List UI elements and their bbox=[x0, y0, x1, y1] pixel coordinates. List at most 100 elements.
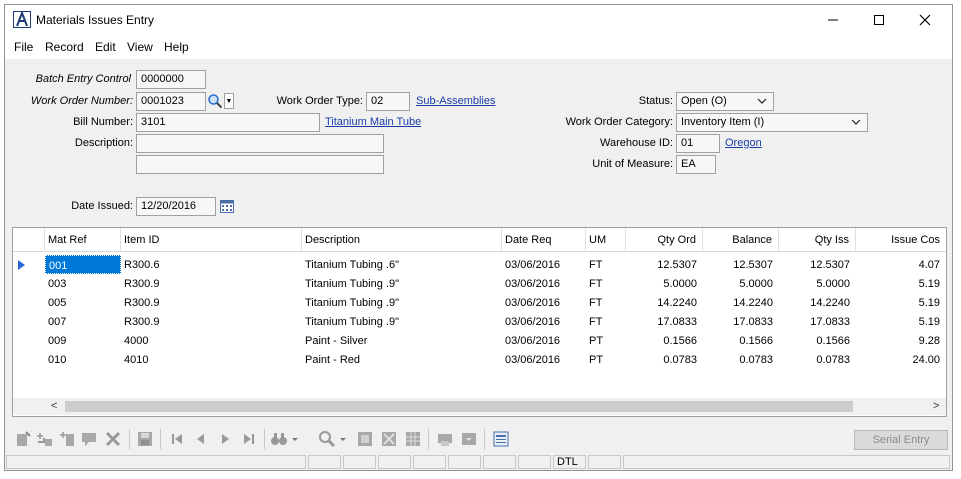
description-field-1[interactable] bbox=[136, 134, 384, 153]
cell-item-id[interactable]: 4000 bbox=[121, 331, 302, 350]
bill-number-field[interactable]: 3101 bbox=[136, 113, 320, 132]
warehouse-id-field[interactable]: 01 bbox=[676, 134, 720, 153]
menu-file[interactable]: File bbox=[14, 40, 33, 54]
cell-um[interactable]: FT bbox=[586, 255, 626, 274]
minimize-button[interactable] bbox=[810, 5, 856, 35]
cell-mat-ref[interactable]: 001 bbox=[45, 255, 121, 274]
warehouse-link[interactable]: Oregon bbox=[725, 137, 762, 149]
table-row[interactable]: 005 R300.9 Titanium Tubing .9" 03/06/201… bbox=[13, 293, 946, 312]
cell-date-req[interactable]: 03/06/2016 bbox=[502, 274, 586, 293]
cell-date-req[interactable]: 03/06/2016 bbox=[502, 331, 586, 350]
cell-mat-ref[interactable]: 003 bbox=[45, 274, 121, 293]
cell-date-req[interactable]: 03/06/2016 bbox=[502, 312, 586, 331]
scroll-right-button[interactable]: > bbox=[933, 400, 939, 412]
cell-balance[interactable]: 12.5307 bbox=[703, 255, 779, 274]
grid-icon[interactable] bbox=[404, 430, 422, 448]
add-line-icon[interactable] bbox=[36, 430, 54, 448]
cell-um[interactable]: FT bbox=[586, 312, 626, 331]
first-record-icon[interactable] bbox=[168, 430, 186, 448]
column-description[interactable]: Description bbox=[302, 228, 502, 252]
calendar-icon[interactable] bbox=[219, 198, 235, 214]
cell-issue-cost[interactable]: 4.07 bbox=[856, 255, 946, 274]
cell-balance[interactable]: 0.1566 bbox=[703, 331, 779, 350]
cell-qty-iss[interactable]: 5.0000 bbox=[779, 274, 856, 293]
lookup-search-icon[interactable] bbox=[207, 93, 223, 109]
cell-qty-ord[interactable]: 12.5307 bbox=[626, 255, 703, 274]
column-date-req[interactable]: Date Req bbox=[502, 228, 586, 252]
cell-qty-iss[interactable]: 12.5307 bbox=[779, 255, 856, 274]
cell-item-id[interactable]: R300.9 bbox=[121, 293, 302, 312]
column-um[interactable]: UM bbox=[586, 228, 626, 252]
bill-number-link[interactable]: Titanium Main Tube bbox=[325, 116, 421, 128]
table-row[interactable]: 003 R300.9 Titanium Tubing .9" 03/06/201… bbox=[13, 274, 946, 293]
last-record-icon[interactable] bbox=[240, 430, 258, 448]
menu-view[interactable]: View bbox=[127, 40, 153, 54]
cell-date-req[interactable]: 03/06/2016 bbox=[502, 293, 586, 312]
save-icon[interactable] bbox=[136, 430, 154, 448]
print-dropdown-icon[interactable] bbox=[460, 430, 478, 448]
cell-item-id[interactable]: 4010 bbox=[121, 350, 302, 369]
menu-record[interactable]: Record bbox=[45, 40, 84, 54]
cell-description[interactable]: Titanium Tubing .9" bbox=[302, 274, 502, 293]
cell-balance[interactable]: 14.2240 bbox=[703, 293, 779, 312]
new-record-icon[interactable] bbox=[14, 430, 32, 448]
cell-issue-cost[interactable]: 5.19 bbox=[856, 274, 946, 293]
cell-issue-cost[interactable]: 9.28 bbox=[856, 331, 946, 350]
zoom-icon[interactable] bbox=[318, 430, 336, 448]
column-item-id[interactable]: Item ID bbox=[121, 228, 302, 252]
cell-um[interactable]: PT bbox=[586, 350, 626, 369]
close-button[interactable] bbox=[902, 5, 948, 35]
cell-description[interactable]: Titanium Tubing .9" bbox=[302, 293, 502, 312]
cell-qty-ord[interactable]: 0.0783 bbox=[626, 350, 703, 369]
description-field-2[interactable] bbox=[136, 155, 384, 174]
cell-qty-ord[interactable]: 5.0000 bbox=[626, 274, 703, 293]
cell-description[interactable]: Paint - Silver bbox=[302, 331, 502, 350]
cell-issue-cost[interactable]: 24.00 bbox=[856, 350, 946, 369]
expand-icon[interactable] bbox=[380, 430, 398, 448]
table-row[interactable]: 009 4000 Paint - Silver 03/06/2016 PT 0.… bbox=[13, 331, 946, 350]
horizontal-scrollbar[interactable]: < > bbox=[13, 398, 946, 415]
edit-icon[interactable] bbox=[356, 430, 374, 448]
cell-item-id[interactable]: R300.6 bbox=[121, 255, 302, 274]
cell-qty-ord[interactable]: 17.0833 bbox=[626, 312, 703, 331]
table-row[interactable]: 010 4010 Paint - Red 03/06/2016 PT 0.078… bbox=[13, 350, 946, 369]
cell-item-id[interactable]: R300.9 bbox=[121, 274, 302, 293]
print-icon[interactable] bbox=[436, 430, 454, 448]
cell-qty-iss[interactable]: 0.1566 bbox=[779, 331, 856, 350]
maximize-button[interactable] bbox=[856, 5, 902, 35]
work-order-type-link[interactable]: Sub-Assemblies bbox=[416, 95, 495, 107]
cell-mat-ref[interactable]: 010 bbox=[45, 350, 121, 369]
cell-issue-cost[interactable]: 5.19 bbox=[856, 293, 946, 312]
cell-balance[interactable]: 0.0783 bbox=[703, 350, 779, 369]
cell-qty-ord[interactable]: 14.2240 bbox=[626, 293, 703, 312]
find-icon[interactable] bbox=[270, 430, 288, 448]
date-issued-field[interactable]: 12/20/2016 bbox=[136, 197, 216, 216]
cell-balance[interactable]: 17.0833 bbox=[703, 312, 779, 331]
cell-issue-cost[interactable]: 5.19 bbox=[856, 312, 946, 331]
unit-of-measure-field[interactable]: EA bbox=[676, 155, 716, 174]
work-order-number-field[interactable]: 0001023 bbox=[136, 92, 206, 111]
cell-balance[interactable]: 5.0000 bbox=[703, 274, 779, 293]
note-icon[interactable] bbox=[80, 430, 98, 448]
column-issue-cost[interactable]: Issue Cos bbox=[856, 228, 946, 252]
find-dropdown-icon[interactable] bbox=[290, 430, 300, 448]
cell-date-req[interactable]: 03/06/2016 bbox=[502, 255, 586, 274]
cell-item-id[interactable]: R300.9 bbox=[121, 312, 302, 331]
batch-entry-control-field[interactable]: 0000000 bbox=[136, 70, 206, 89]
status-select[interactable]: Open (O) bbox=[676, 92, 774, 111]
delete-icon[interactable] bbox=[104, 430, 122, 448]
scroll-left-button[interactable]: < bbox=[51, 400, 57, 412]
insert-line-icon[interactable] bbox=[58, 430, 76, 448]
zoom-dropdown-icon[interactable] bbox=[338, 430, 348, 448]
list-view-icon[interactable] bbox=[492, 430, 510, 448]
menu-edit[interactable]: Edit bbox=[95, 40, 116, 54]
column-qty-iss[interactable]: Qty Iss bbox=[779, 228, 856, 252]
cell-description[interactable]: Titanium Tubing .6" bbox=[302, 255, 502, 274]
cell-um[interactable]: FT bbox=[586, 274, 626, 293]
serial-entry-button[interactable]: Serial Entry bbox=[854, 430, 948, 450]
work-order-type-field[interactable]: 02 bbox=[366, 92, 410, 111]
previous-record-icon[interactable] bbox=[192, 430, 210, 448]
cell-description[interactable]: Paint - Red bbox=[302, 350, 502, 369]
cell-mat-ref[interactable]: 007 bbox=[45, 312, 121, 331]
cell-um[interactable]: FT bbox=[586, 293, 626, 312]
